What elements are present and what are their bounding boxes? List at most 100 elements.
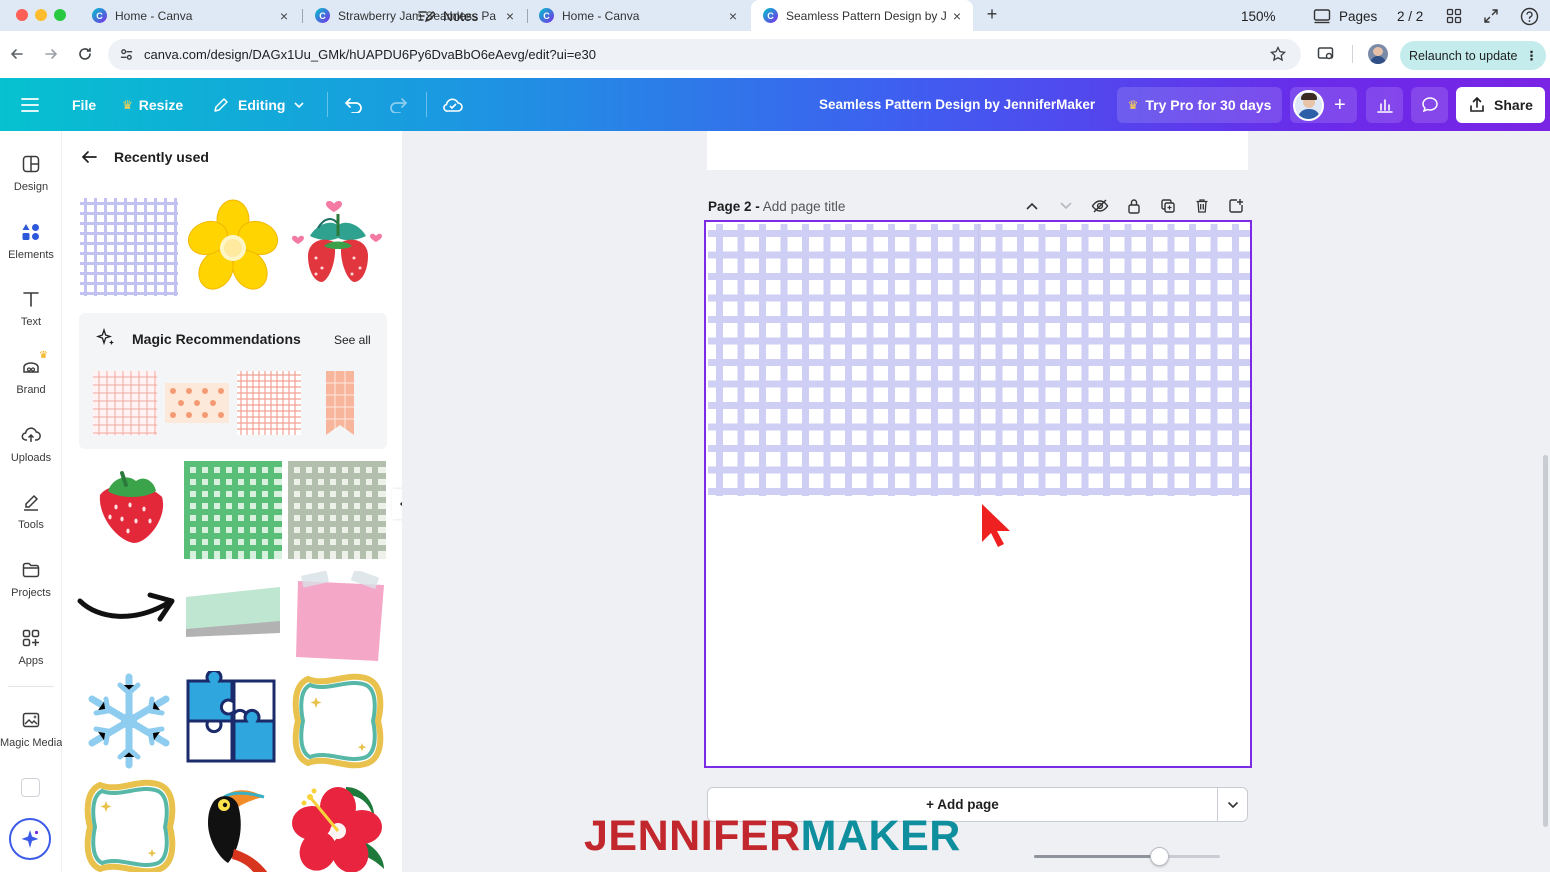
rail-item-elements[interactable]: Elements — [0, 221, 62, 261]
page-move-down-button[interactable] — [1056, 196, 1076, 216]
design-page-2[interactable] — [704, 220, 1252, 768]
back-button[interactable] — [6, 43, 28, 65]
add-page-dropdown[interactable] — [1217, 788, 1248, 821]
element-thumbnail-strawberry[interactable] — [80, 461, 178, 559]
tab-close-icon[interactable]: × — [725, 8, 741, 24]
cloud-check-icon — [443, 98, 463, 112]
forward-button[interactable] — [40, 43, 62, 65]
tab-close-icon[interactable]: × — [502, 8, 518, 24]
hamburger-icon — [21, 97, 39, 112]
address-bar[interactable]: canva.com/design/DAGx1Uu_GMk/hUAPDU6Py6D… — [108, 39, 1301, 70]
browser-tab[interactable]: C Strawberry Jam Seamless Pa × — [303, 0, 526, 31]
collaborators-button[interactable]: + — [1290, 87, 1357, 123]
element-thumbnail-wavy-frame-2[interactable] — [80, 777, 178, 872]
rail-item-projects[interactable]: Projects — [0, 559, 62, 599]
tools-icon — [20, 491, 42, 513]
insights-button[interactable] — [1366, 87, 1403, 123]
rail-item-brand[interactable]: ♛ Brand — [0, 350, 62, 396]
tab-close-icon[interactable]: × — [949, 8, 965, 24]
magic-sparkle-icon — [96, 328, 114, 346]
rail-item-uploads[interactable]: Uploads — [0, 424, 62, 464]
duplicate-page-button[interactable] — [1158, 196, 1178, 216]
element-thumbnail-yellow-flower[interactable] — [184, 198, 282, 296]
design-title[interactable]: Seamless Pattern Design by JenniferMaker — [819, 78, 1095, 131]
strawberries-icon — [292, 201, 382, 282]
cast-button[interactable] — [1315, 43, 1337, 65]
browser-tab[interactable]: C Home - Canva × — [80, 0, 300, 31]
editor-top-bar: File ♛ Resize Editing Seamless Pattern D… — [0, 78, 1550, 131]
main-menu-button[interactable] — [21, 78, 41, 131]
rail-more-icon[interactable] — [21, 778, 40, 797]
new-tab-button[interactable]: + — [982, 4, 1002, 26]
element-thumbnail-snowflake[interactable] — [80, 671, 178, 771]
gingham-pattern-element[interactable] — [708, 224, 1250, 496]
recommendation-coral-plaid[interactable] — [237, 371, 301, 435]
magic-assistant-button[interactable] — [9, 818, 51, 860]
element-thumbnail-wavy-frame[interactable] — [288, 671, 388, 771]
file-menu[interactable]: File — [72, 78, 96, 131]
fullscreen-button[interactable] — [1483, 0, 1499, 32]
reload-button[interactable] — [74, 43, 96, 65]
rail-item-tools[interactable]: Tools — [0, 491, 62, 531]
undo-button[interactable] — [344, 78, 364, 131]
toolbar-divider — [426, 92, 427, 117]
browser-tab-active[interactable]: C Seamless Pattern Design by J × — [751, 0, 973, 31]
uploads-icon — [20, 424, 42, 446]
chevron-down-icon — [294, 101, 305, 108]
chevron-up-icon — [1026, 202, 1038, 210]
back-arrow-icon[interactable] — [80, 149, 98, 165]
try-pro-button[interactable]: ♛ Try Pro for 30 days — [1117, 87, 1282, 123]
browser-tab[interactable]: C Home - Canva × — [527, 0, 749, 31]
element-thumbnail-sage-gingham[interactable] — [288, 461, 386, 559]
element-thumbnail-gingham-purple[interactable] — [80, 198, 178, 296]
recommendation-pink-grid[interactable] — [93, 371, 157, 435]
page-number-label: Page 2 - — [708, 199, 760, 214]
hide-page-button[interactable] — [1090, 196, 1110, 216]
rail-item-apps[interactable]: Apps — [0, 627, 62, 667]
canva-favicon-icon: C — [315, 8, 330, 23]
window-close-button[interactable] — [16, 9, 28, 21]
profile-avatar[interactable] — [1368, 44, 1388, 64]
help-button[interactable] — [1520, 0, 1539, 32]
save-status-button[interactable] — [442, 78, 464, 131]
element-thumbnail-hibiscus[interactable] — [288, 777, 388, 872]
element-thumbnail-strawberries[interactable] — [288, 198, 388, 296]
recommendation-peach-ribbon[interactable] — [325, 371, 355, 435]
pages-button[interactable]: Pages — [1313, 0, 1377, 32]
add-page-after-button[interactable] — [1226, 196, 1246, 216]
resize-button[interactable]: ♛ Resize — [122, 78, 183, 131]
share-button[interactable]: Share — [1456, 87, 1545, 123]
element-thumbnail-green-gingham[interactable] — [184, 461, 282, 559]
tab-close-icon[interactable]: × — [276, 8, 292, 24]
rail-item-magic-media[interactable]: Magic Media — [0, 709, 62, 749]
see-all-link[interactable]: See all — [334, 333, 371, 347]
lock-page-button[interactable] — [1124, 196, 1144, 216]
window-minimize-button[interactable] — [35, 9, 47, 21]
page-title-input[interactable]: Add page title — [763, 199, 846, 214]
workspace-scrollbar[interactable] — [1543, 455, 1548, 827]
rail-item-text[interactable]: Text — [0, 288, 62, 328]
magic-media-icon — [20, 709, 42, 731]
element-thumbnail-puzzle[interactable] — [184, 671, 282, 771]
undo-icon — [344, 97, 362, 113]
notes-button[interactable]: Notes — [417, 0, 478, 32]
window-zoom-button[interactable] — [54, 9, 66, 21]
zoom-level[interactable]: 150% — [1241, 0, 1276, 32]
element-thumbnail-washi-tape[interactable] — [184, 581, 282, 651]
redo-button[interactable] — [388, 78, 408, 131]
element-thumbnail-toucan[interactable] — [184, 777, 282, 872]
page-title-bar: Page 2 - Add page title — [708, 199, 845, 214]
comments-button[interactable] — [1411, 87, 1448, 123]
relaunch-button[interactable]: Relaunch to update ⋮ — [1400, 41, 1546, 70]
recommendation-peach-dots[interactable] — [165, 383, 229, 423]
previous-page-canvas[interactable] — [707, 131, 1248, 170]
grid-view-button[interactable] — [1446, 0, 1462, 32]
delete-page-button[interactable] — [1192, 196, 1212, 216]
element-thumbnail-curved-arrow[interactable] — [76, 571, 180, 661]
editing-mode-button[interactable]: Editing — [212, 78, 305, 131]
screen-search-icon — [1317, 47, 1334, 60]
page-move-up-button[interactable] — [1022, 196, 1042, 216]
element-thumbnail-pink-sticky-note[interactable] — [288, 571, 388, 663]
more-vertical-icon: ⋮ — [1525, 49, 1538, 63]
rail-item-design[interactable]: Design — [0, 153, 62, 193]
